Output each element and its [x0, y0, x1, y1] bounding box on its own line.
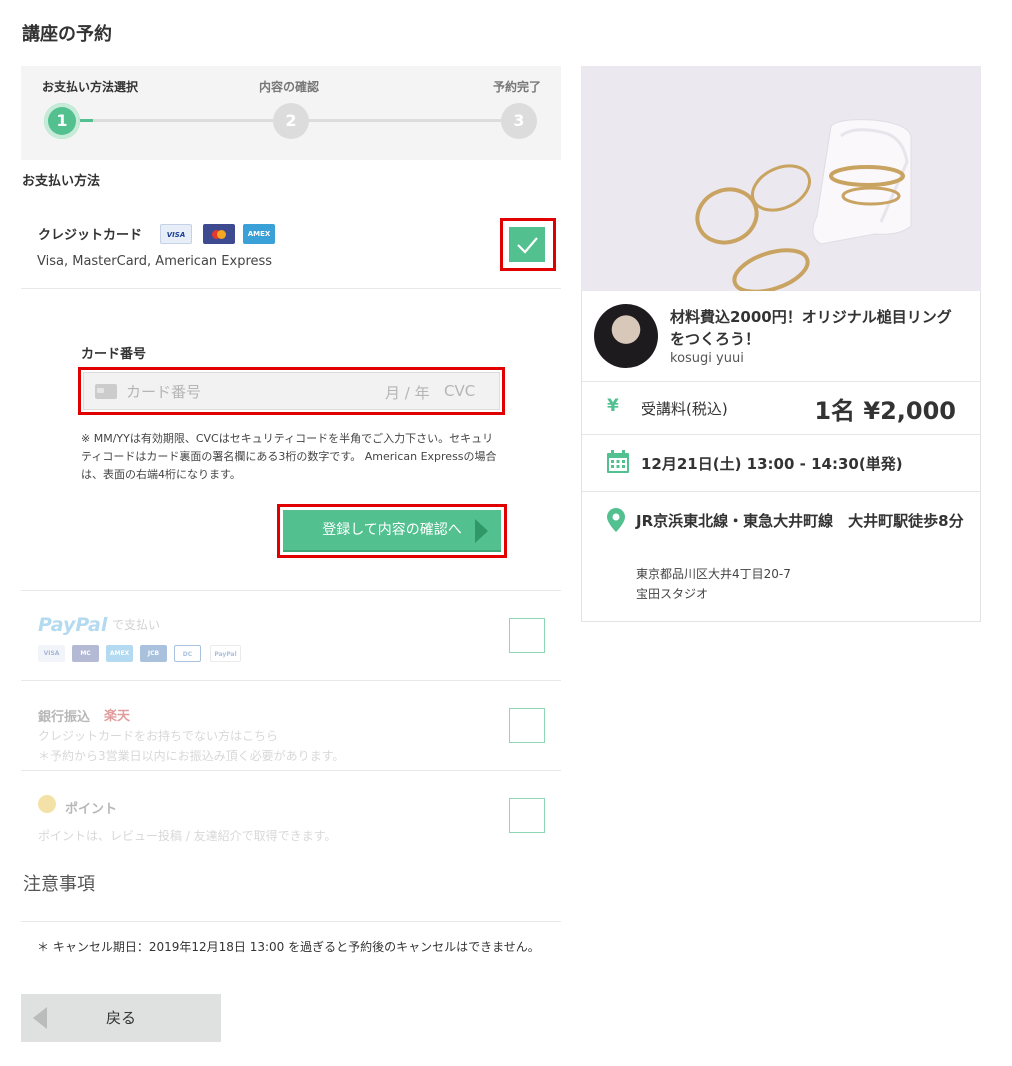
teacher-avatar[interactable]: [594, 304, 658, 368]
card-number-field[interactable]: 月 / 年 CVC: [83, 372, 500, 410]
rakuten-bank-logo: 楽天: [104, 709, 131, 724]
course-station: JR京浜東北線・東急大井町線 大井町駅徒歩8分: [636, 512, 964, 530]
course-address: 東京都品川区大井4丁目20-7 宝田スタジオ: [636, 564, 791, 604]
cvc-placeholder[interactable]: CVC: [444, 382, 475, 400]
amex-logo: AMEX: [243, 224, 275, 244]
fee-label: 受講料(税込): [641, 400, 728, 418]
yen-icon: ¥: [607, 396, 619, 416]
expiry-placeholder[interactable]: 月 / 年: [385, 382, 430, 403]
course-price: 1名 ¥2,000: [814, 397, 956, 425]
checkmark-icon: [517, 237, 538, 254]
paypal-checkbox[interactable]: [509, 618, 545, 653]
bank-transfer-title: 銀行振込: [38, 710, 91, 725]
step-circle-2: 2: [273, 103, 309, 139]
step-circle-1: 1: [44, 103, 80, 139]
arrow-left-icon: [33, 1007, 47, 1029]
bank-transfer-line1: クレジットカードをお持ちでない方はこちら: [38, 729, 279, 743]
payment-section-label: お支払い方法: [22, 174, 101, 189]
points-desc: ポイントは、レビュー投稿 / 友達紹介で取得できます。: [38, 829, 337, 843]
address-line2: 宝田スタジオ: [636, 587, 709, 601]
course-date: 12月21日(土) 13:00 - 14:30(単発): [641, 455, 903, 473]
divider: [582, 491, 980, 492]
map-pin-icon: [607, 508, 625, 532]
visa-mini-logo: VISA: [38, 645, 65, 662]
step-label-confirm: 内容の確認: [259, 80, 320, 94]
credit-card-accepted: Visa, MasterCard, American Express: [37, 254, 273, 269]
back-button-label: 戻る: [105, 1009, 136, 1027]
bank-transfer-line2: ＊予約から3営業日以内にお振込み頂く必要があります。: [38, 749, 345, 763]
step-label-payment: お支払い方法選択: [42, 80, 139, 94]
card-input-note: ※ MM/YYは有効期限、CVCはセキュリティコードを半角でご入力下さい。セキュ…: [81, 432, 497, 481]
divider: [21, 288, 561, 289]
divider: [582, 434, 980, 435]
mastercard-mini-logo: MC: [72, 645, 99, 662]
coin-icon: [38, 795, 56, 813]
points-title: ポイント: [65, 802, 118, 817]
mastercard-logo: [203, 224, 235, 244]
bank-transfer-checkbox[interactable]: [509, 708, 545, 743]
amex-mini-logo: AMEX: [106, 645, 133, 662]
cancel-policy-text: ＊ キャンセル期日：2019年12月18日 13:00 を過ぎると予約後のキャン…: [37, 940, 540, 954]
paypal-mini-logo: PayPal: [210, 645, 241, 662]
card-number-input[interactable]: [126, 381, 376, 403]
teacher-name[interactable]: kosugi yuui: [670, 351, 744, 366]
divider: [21, 770, 561, 771]
divider: [582, 381, 980, 382]
page-title: 講座の予約: [22, 24, 112, 45]
credit-card-icon: [95, 384, 117, 399]
divider: [21, 921, 561, 922]
paypal-logo: PayPal: [38, 614, 108, 636]
calendar-icon: [607, 450, 629, 473]
back-button[interactable]: 戻る: [21, 994, 221, 1042]
divider: [21, 590, 561, 591]
credit-card-title: クレジットカード: [38, 228, 143, 243]
paypal-suffix: で支払い: [112, 618, 161, 632]
course-photo: [581, 66, 981, 291]
notes-title: 注意事項: [23, 874, 95, 895]
points-checkbox[interactable]: [509, 798, 545, 833]
divider: [21, 680, 561, 681]
card-number-label: カード番号: [81, 347, 147, 362]
arrow-right-icon: [475, 519, 488, 543]
progress-stepper: お支払い方法選択 内容の確認 予約完了 1 2 3: [21, 66, 561, 160]
visa-logo: VISA: [160, 224, 192, 244]
credit-card-checkbox[interactable]: [509, 227, 545, 262]
address-line1: 東京都品川区大井4丁目20-7: [636, 567, 791, 581]
step-label-complete: 予約完了: [493, 80, 542, 94]
step-circle-3: 3: [501, 103, 537, 139]
submit-button-label: 登録して内容の確認へ: [322, 522, 462, 538]
course-title[interactable]: 材料費込2000円！オリジナル槌目リングをつくろう！: [670, 306, 966, 350]
rings-illustration: [581, 66, 981, 291]
register-and-confirm-button[interactable]: 登録して内容の確認へ: [283, 510, 501, 552]
diners-mini-logo: DC: [174, 645, 201, 662]
jcb-mini-logo: JCB: [140, 645, 167, 662]
